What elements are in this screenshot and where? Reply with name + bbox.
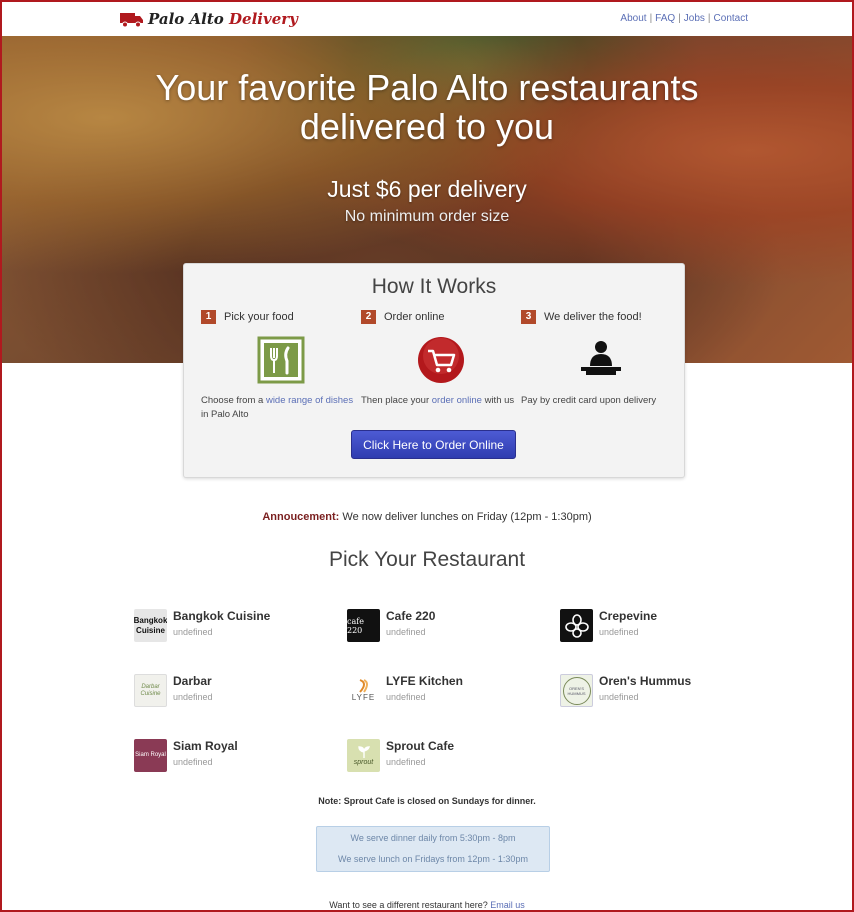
restaurant-logo: LYFE xyxy=(347,674,380,707)
hero-headline: Your favorite Palo Alto restaurants deli… xyxy=(2,68,852,146)
step-number-badge: 2 xyxy=(361,310,376,324)
logo-text: LYFE xyxy=(351,693,376,702)
restaurant-lyfe-kitchen[interactable]: LYFE LYFE Kitchen undefined xyxy=(347,674,463,707)
step-desc-text: Then place your xyxy=(361,395,432,406)
step-desc-text: with us xyxy=(481,395,515,406)
restaurant-logo: Bangkok Cuisine xyxy=(134,609,167,642)
step-1: 1 Pick your food Choose from a wide rang… xyxy=(201,310,361,422)
brand-name-right: Delivery xyxy=(229,10,298,28)
restaurant-subtitle: undefined xyxy=(386,757,426,767)
step-title: We deliver the food! xyxy=(544,311,642,323)
hero-headline-line1: Your favorite Palo Alto restaurants xyxy=(155,67,699,108)
step-description: Choose from a wide range of dishes in Pa… xyxy=(201,394,361,422)
minimum-order-text: No minimum order size xyxy=(344,208,510,225)
restaurant-name: LYFE Kitchen xyxy=(386,674,463,688)
restaurant-logo: sprout xyxy=(347,739,380,772)
logo-text: Bangkok Cuisine xyxy=(134,615,167,635)
brand-name: Palo Alto Delivery xyxy=(148,10,298,28)
restaurant-name: Sprout Cafe xyxy=(386,739,455,753)
restaurant-logo: Darbar Cuisine xyxy=(134,674,167,707)
restaurant-name: Darbar xyxy=(173,674,212,688)
restaurant-subtitle: undefined xyxy=(386,692,426,702)
restaurant-darbar[interactable]: Darbar Cuisine Darbar undefined xyxy=(134,674,213,707)
restaurant-bangkok-cuisine[interactable]: Bangkok Cuisine Bangkok Cuisine undefine… xyxy=(134,609,270,642)
restaurant-logo: OREN'S HUMMUS xyxy=(560,674,593,707)
nav-link-faq[interactable]: FAQ xyxy=(655,13,675,24)
restaurant-name: Oren's Hummus xyxy=(599,674,692,688)
step-desc-text: in Palo Alto xyxy=(201,409,249,420)
restaurant-subtitle: undefined xyxy=(173,692,213,702)
dishes-link[interactable]: wide range of dishes xyxy=(266,395,353,406)
restaurant-subtitle: undefined xyxy=(173,757,213,767)
step-desc-text: Pay by credit card upon delivery xyxy=(521,395,657,406)
restaurant-name: Siam Royal xyxy=(173,739,238,753)
restaurant-name: Cafe 220 xyxy=(386,609,436,623)
restaurant-name: Bangkok Cuisine xyxy=(173,609,271,623)
logo-text: Darbar Cuisine xyxy=(140,683,161,697)
restaurant-subtitle: undefined xyxy=(386,627,426,637)
restaurant-subtitle: undefined xyxy=(599,627,639,637)
logo-text: sprout xyxy=(353,759,374,766)
request-text: Want to see a different restaurant here? xyxy=(329,900,491,910)
step-3: 3 We deliver the food! Pay by credit car… xyxy=(521,310,681,408)
logo-text: Siam Royal xyxy=(135,752,166,758)
restaurant-crepevine[interactable]: Crepevine undefined xyxy=(560,609,657,642)
restaurant-logo: cafe 220 xyxy=(347,609,380,642)
request-restaurant-line: Want to see a different restaurant here?… xyxy=(0,900,854,910)
step-number-badge: 1 xyxy=(201,310,216,324)
order-online-link[interactable]: order online xyxy=(432,395,482,406)
lyfe-logo-icon xyxy=(358,679,368,693)
sprout-logo-icon xyxy=(357,746,370,758)
lunch-hours: We serve lunch on Fridays from 12pm - 1:… xyxy=(338,854,528,864)
restaurant-sprout-cafe[interactable]: sprout Sprout Cafe undefined xyxy=(347,739,454,772)
top-navbar: Palo Alto Delivery About | FAQ | Jobs | Contac… xyxy=(2,2,852,36)
flower-logo-icon xyxy=(564,613,589,638)
step-title: Order online xyxy=(384,311,445,323)
restaurant-logo: Siam Royal xyxy=(134,739,167,772)
nav-separator: | xyxy=(649,13,653,24)
nav-link-about[interactable]: About xyxy=(620,13,646,24)
restaurant-orens-hummus[interactable]: OREN'S HUMMUS Oren's Hummus undefined xyxy=(560,674,691,707)
restaurant-name: Crepevine xyxy=(599,609,658,623)
hero-headline-line2: delivered to you xyxy=(299,106,555,147)
dinner-hours: We serve dinner daily from 5:30pm - 8pm xyxy=(350,833,516,843)
how-it-works-title: How It Works xyxy=(371,275,497,298)
delivery-price: Just $6 per delivery xyxy=(327,176,527,202)
announcement: Annoucement: We now deliver lunches on F… xyxy=(0,511,854,523)
order-online-button[interactable]: Click Here to Order Online xyxy=(351,430,516,459)
top-links: About | FAQ | Jobs | Contact xyxy=(620,13,748,24)
nav-separator: | xyxy=(707,13,711,24)
logo-text: OREN'S HUMMUS xyxy=(567,685,586,696)
step-2: 2 Order online Then place your order onl… xyxy=(361,310,521,408)
restaurant-cafe-220[interactable]: cafe 220 Cafe 220 undefined xyxy=(347,609,435,642)
nav-link-contact[interactable]: Contact xyxy=(714,13,748,24)
email-us-link[interactable]: Email us xyxy=(490,900,525,910)
shopping-cart-icon xyxy=(418,337,464,383)
step-number-badge: 3 xyxy=(521,310,536,324)
announcement-label: Annoucement: xyxy=(262,511,340,523)
brand-name-left: Palo Alto xyxy=(148,10,224,28)
service-hours-box: We serve dinner daily from 5:30pm - 8pm … xyxy=(316,826,550,872)
delivery-person-icon xyxy=(581,341,621,375)
truck-icon xyxy=(120,13,143,28)
step-desc-text: Choose from a xyxy=(201,395,266,406)
step-description: Pay by credit card upon delivery xyxy=(521,394,681,408)
announcement-text: We now deliver lunches on Friday (12pm -… xyxy=(339,511,592,523)
step-description: Then place your order online with us xyxy=(361,394,521,408)
logo-text: cafe 220 xyxy=(347,616,364,635)
nav-separator: | xyxy=(678,13,681,24)
how-it-works-card: How It Works 1 Pick your food Choose fro… xyxy=(183,263,685,478)
fork-knife-icon xyxy=(257,336,305,384)
pick-restaurant-title: Pick Your Restaurant xyxy=(328,548,526,571)
nav-link-jobs[interactable]: Jobs xyxy=(684,13,705,24)
site-logo[interactable]: Palo Alto Delivery xyxy=(120,7,298,31)
sprout-cafe-note: Note: Sprout Cafe is closed on Sundays f… xyxy=(318,796,536,806)
restaurant-siam-royal[interactable]: Siam Royal Siam Royal undefined xyxy=(134,739,238,772)
restaurant-subtitle: undefined xyxy=(599,692,639,702)
restaurant-subtitle: undefined xyxy=(173,627,213,637)
step-title: Pick your food xyxy=(224,311,294,323)
restaurant-logo xyxy=(560,609,593,642)
